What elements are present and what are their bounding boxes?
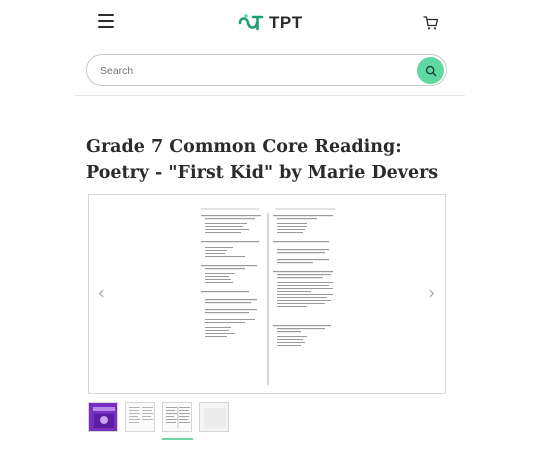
menu-line bbox=[98, 14, 114, 16]
cover-thumbnail-image bbox=[89, 403, 117, 431]
thumbnail-page-3[interactable] bbox=[199, 402, 229, 432]
selected-thumbnail-indicator bbox=[162, 438, 193, 440]
previous-page-button[interactable] bbox=[93, 285, 109, 301]
search-bar bbox=[86, 54, 447, 86]
page-thumbnail-image bbox=[126, 403, 154, 431]
thumbnail-cover[interactable] bbox=[88, 402, 118, 432]
worksheet-page-image bbox=[197, 203, 339, 389]
site-header: TPT bbox=[0, 0, 540, 48]
cart-icon bbox=[423, 16, 439, 30]
chevron-left-icon bbox=[98, 289, 103, 297]
header-divider bbox=[75, 95, 465, 96]
next-page-button[interactable] bbox=[423, 285, 439, 301]
page-thumbnail-image bbox=[163, 403, 191, 431]
tpt-logo-mark-icon bbox=[238, 14, 264, 31]
tpt-logo[interactable]: TPT bbox=[237, 12, 303, 34]
preview-viewer bbox=[88, 194, 446, 394]
thumbnail-page-1[interactable] bbox=[125, 402, 155, 432]
cart-button[interactable] bbox=[423, 15, 439, 31]
menu-line bbox=[98, 26, 114, 28]
search-input[interactable] bbox=[100, 62, 400, 80]
hamburger-menu-button[interactable] bbox=[98, 14, 114, 28]
search-button[interactable] bbox=[417, 57, 444, 84]
page-thumbnail-image bbox=[200, 403, 228, 431]
chevron-right-icon bbox=[429, 289, 434, 297]
thumbnail-page-2[interactable] bbox=[162, 402, 192, 432]
logo-text: TPT bbox=[269, 13, 303, 32]
product-title: Grade 7 Common Core Reading: Poetry - "F… bbox=[86, 137, 439, 183]
search-icon bbox=[425, 65, 436, 76]
menu-line bbox=[98, 20, 114, 22]
